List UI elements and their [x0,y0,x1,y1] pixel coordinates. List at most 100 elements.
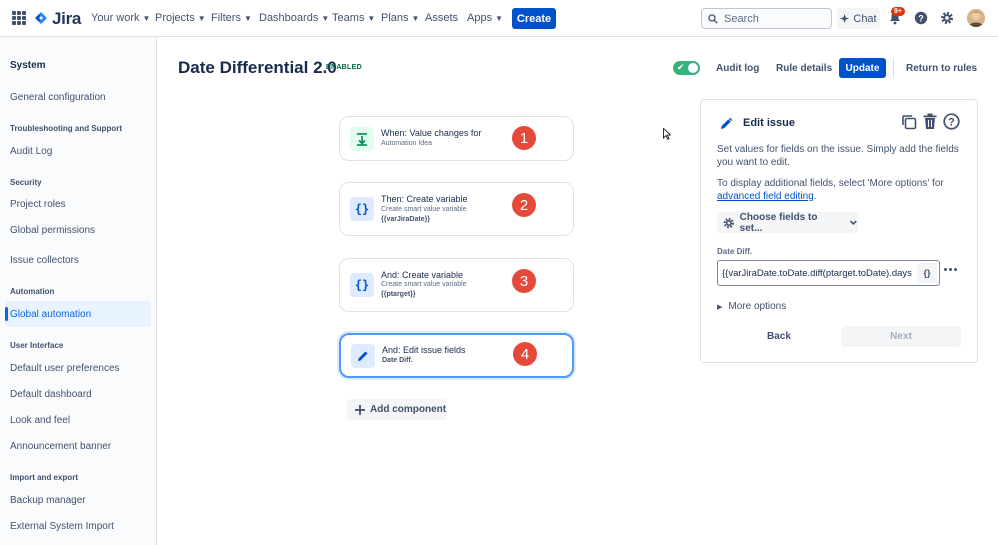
choose-fields-dropdown[interactable]: Choose fields to set... [717,211,858,234]
user-avatar-icon [967,9,985,27]
sidebar-title: System [10,60,46,71]
rule-component-create-variable-2[interactable]: {} And: Create variable Create smart val… [339,258,574,312]
nav-dashboards[interactable]: Dashboards ▼ [259,12,329,24]
help-icon[interactable]: ? [914,11,928,25]
check-icon: ✔ [677,62,685,72]
smart-value-icon: {} [350,197,374,221]
step-number-badge: 2 [512,193,536,217]
top-navigation: Jira Your work ▼ Projects ▼ Filters ▼ Dashb… [0,0,998,37]
date-diff-input[interactable]: {{varJiraDate.toDate.diff(ptarget.toDate… [717,260,940,286]
pencil-icon [351,344,375,368]
audit-log-button[interactable]: Audit log [716,63,759,74]
panel-title: Edit issue [743,117,795,129]
create-button[interactable]: Create [512,8,556,29]
mouse-cursor-icon [663,128,671,140]
plus-icon [355,404,365,415]
component-subtitle: Date Diff. [382,357,413,364]
copy-icon[interactable] [901,114,917,130]
logo-text: Jira [52,9,82,28]
sidebar-item-look-and-feel[interactable]: Look and feel [10,415,70,426]
smart-value-icon: {} [350,273,374,297]
choose-fields-label: Choose fields to set... [739,211,818,234]
search-input[interactable]: Search [701,8,832,29]
sidebar-item-backup-manager[interactable]: Backup manager [10,495,86,506]
update-button[interactable]: Update [839,58,886,78]
search-icon [708,13,718,24]
trigger-icon [350,127,374,151]
smart-value-icon[interactable]: {} [917,263,937,283]
advanced-field-editing-link[interactable]: advanced field editing [717,191,814,202]
sidebar-active-indicator [5,307,8,321]
sidebar-item-announcement-banner[interactable]: Announcement banner [10,441,111,452]
component-variable-name: {{ptarget}} [381,291,416,298]
add-component-label: Add component [370,404,447,415]
nav-plans[interactable]: Plans ▼ [381,12,419,24]
chevron-down-icon: ▼ [243,14,252,23]
toggle-knob [688,63,698,73]
sidebar-item-default-dashboard[interactable]: Default dashboard [10,389,92,400]
trash-icon[interactable] [922,113,938,130]
back-button[interactable]: Back [767,331,791,342]
apps-grid-icon[interactable] [12,11,26,25]
chevron-down-icon: ▼ [142,14,151,23]
edit-issue-panel: Edit issue ? Set values for fields on th… [700,99,978,363]
rule-enabled-toggle[interactable]: ✔ [673,61,700,75]
add-component-button[interactable]: Add component [347,399,447,420]
return-to-rules-button[interactable]: Return to rules [906,63,977,74]
avatar[interactable] [967,9,985,27]
component-title: When: Value changes for [381,128,482,138]
more-options-toggle[interactable]: ▶ More options [717,301,786,312]
chat-button[interactable]: Chat [837,8,880,29]
sidebar-item-global-automation[interactable]: Global automation [10,309,91,320]
rule-details-button[interactable]: Rule details [776,63,832,74]
help-icon[interactable]: ? [943,113,960,130]
date-diff-field-label: Date Diff. [717,247,753,256]
date-diff-value: {{varJiraDate.toDate.diff(ptarget.toDate… [722,267,912,279]
step-number-badge: 1 [512,126,536,150]
gear-icon [723,217,734,228]
rule-component-create-variable-1[interactable]: {} Then: Create variable Create smart va… [339,182,574,236]
nav-assets[interactable]: Assets [425,12,458,24]
chevron-down-icon [850,220,858,226]
step-number-badge: 4 [513,342,537,366]
sidebar-group-import-export: Import and export [10,473,79,482]
sidebar-group-security: Security [10,178,42,187]
rule-component-edit-issue[interactable]: And: Edit issue fields Date Diff. 4 [339,333,574,378]
gear-icon[interactable] [940,11,954,25]
sidebar-group-user-interface: User Interface [10,341,64,350]
sidebar-item-global-permissions[interactable]: Global permissions [10,225,95,236]
sidebar-item-general-configuration[interactable]: General configuration [10,92,106,103]
jira-logo-icon [35,12,47,24]
component-variable-name: {{varJiraDate}} [381,216,431,223]
chevron-down-icon: ▼ [321,14,330,23]
component-subtitle: Automation Idea [381,140,432,147]
more-actions-icon[interactable] [944,268,957,271]
chevron-down-icon: ▼ [197,14,206,23]
nav-filters[interactable]: Filters ▼ [211,12,252,24]
page-title: Date Differential 2.0 [178,58,337,77]
next-button[interactable]: Next [841,326,961,347]
chevron-down-icon: ▼ [411,14,420,23]
rule-component-trigger[interactable]: When: Value changes for Automation Idea … [339,116,574,161]
notification-badge: 9+ [891,7,905,16]
nav-apps[interactable]: Apps ▼ [467,12,503,24]
sidebar-item-project-roles[interactable]: Project roles [10,199,66,210]
sidebar-group-troubleshooting: Troubleshooting and Support [10,124,122,133]
header-divider [893,58,894,78]
jira-logo[interactable]: Jira [34,9,81,29]
nav-projects[interactable]: Projects ▼ [155,12,206,24]
sidebar-item-external-system-import[interactable]: External System Import [10,521,114,532]
component-title: And: Edit issue fields [382,345,466,355]
component-subtitle: Create smart value variable [381,206,467,213]
svg-text:?: ? [948,117,955,129]
sidebar-item-audit-log[interactable]: Audit Log [10,146,52,157]
sidebar-item-default-user-preferences[interactable]: Default user preferences [10,363,120,374]
nav-your-work[interactable]: Your work ▼ [91,12,150,24]
sidebar-group-automation: Automation [10,287,55,296]
chevron-down-icon: ▼ [367,14,376,23]
chevron-down-icon: ▼ [495,14,503,23]
nav-teams[interactable]: Teams ▼ [332,12,375,24]
sidebar-item-issue-collectors[interactable]: Issue collectors [10,255,79,266]
component-title: And: Create variable [381,270,464,280]
chevron-right-icon: ▶ [717,304,723,311]
